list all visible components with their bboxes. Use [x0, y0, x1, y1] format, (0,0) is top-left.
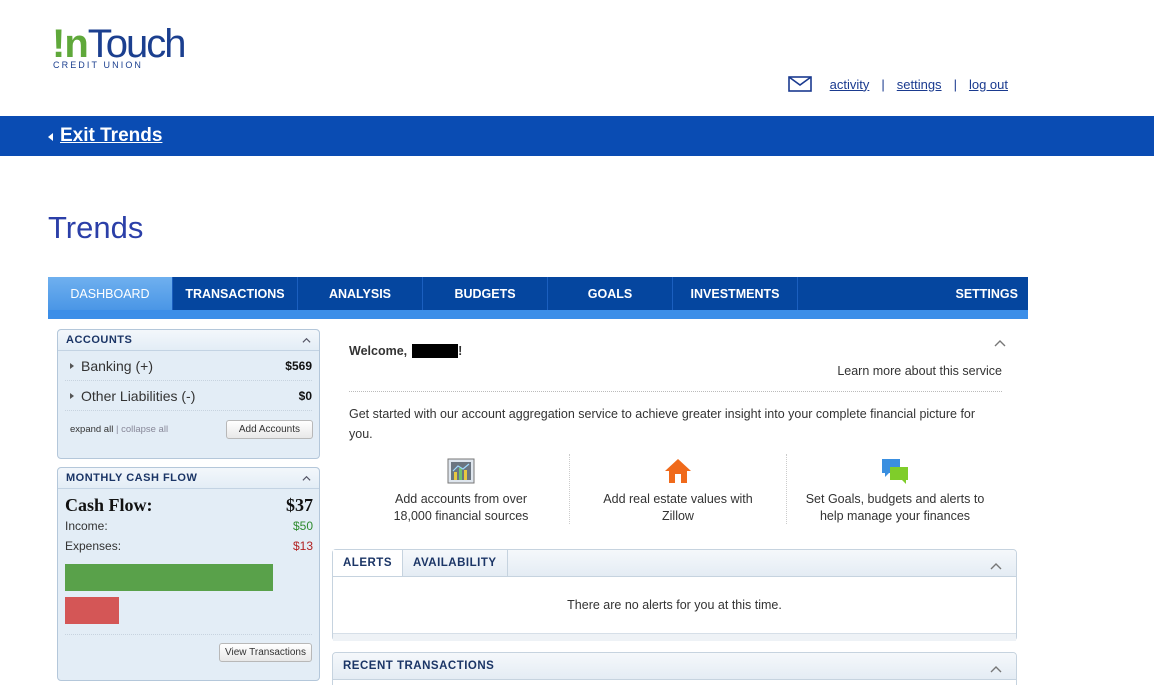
activity-link[interactable]: activity [830, 77, 870, 92]
feature-text: Add accounts from over [394, 492, 527, 506]
alerts-message: There are no alerts for you at this time… [567, 598, 782, 612]
tab-alerts[interactable]: ALERTS [333, 550, 403, 576]
expenses-value: $13 [292, 539, 313, 553]
income-bar [65, 564, 273, 591]
cash-flow-title: MONTHLY CASH FLOW [66, 472, 198, 484]
feature-text: 18,000 financial sources [393, 509, 529, 523]
chevron-up-icon[interactable] [994, 338, 1006, 350]
income-value: $50 [292, 519, 313, 533]
feature-text: Add real estate values with [603, 492, 753, 506]
tab-analysis[interactable]: ANALYSIS [298, 277, 423, 310]
feature-text: Zillow [662, 509, 694, 523]
chat-bubbles-icon [882, 459, 908, 484]
account-label: Other Liabilities (-) [81, 387, 196, 404]
expand-separator: | [115, 423, 119, 435]
account-label: Banking (+) [81, 357, 153, 374]
chevron-up-icon[interactable] [302, 474, 311, 483]
feature-goals[interactable]: Set Goals, budgets and alerts to help ma… [786, 454, 1003, 524]
recent-transactions-box: RECENT TRANSACTIONS [332, 652, 1017, 685]
accounts-title: ACCOUNTS [66, 334, 133, 346]
header-links: activity | settings | log out [787, 76, 1008, 92]
feature-real-estate[interactable]: Add real estate values with Zillow [569, 454, 786, 524]
recent-transactions-title: RECENT TRANSACTIONS [343, 660, 495, 672]
accounts-panel: ACCOUNTS Banking (+) $569 Other Liabilit… [57, 329, 320, 459]
feature-add-accounts[interactable]: Add accounts from over 18,000 financial … [353, 454, 569, 524]
feature-text: help manage your finances [819, 509, 971, 523]
cash-flow-label: Cash Flow: [65, 495, 153, 515]
redacted-name [412, 344, 459, 358]
main-tabs: DASHBOARD TRANSACTIONS ANALYSIS BUDGETS … [48, 277, 1028, 319]
feature-list: Add accounts from over 18,000 financial … [353, 454, 1003, 524]
tab-settings[interactable]: SETTINGS [948, 277, 1028, 310]
tab-dashboard[interactable]: DASHBOARD [48, 277, 173, 310]
cash-flow-value: $37 [286, 495, 313, 515]
nav-bar: Exit Trends [0, 116, 1154, 156]
expenses-label: Expenses: [65, 539, 122, 553]
expand-arrow-icon [70, 362, 74, 369]
feature-text: Set Goals, budgets and alerts to [805, 492, 985, 506]
page-title: Trends [48, 210, 144, 245]
account-row-banking[interactable]: Banking (+) $569 [65, 351, 312, 381]
tab-transactions[interactable]: TRANSACTIONS [173, 277, 298, 310]
account-amount: $569 [285, 358, 312, 373]
add-accounts-button[interactable]: Add Accounts [225, 419, 313, 439]
arrow-left-icon [48, 133, 53, 141]
settings-link[interactable]: settings [897, 77, 942, 92]
tab-availability[interactable]: AVAILABILITY [403, 550, 508, 576]
house-icon [665, 459, 691, 483]
link-separator: | [881, 76, 885, 92]
account-amount: $0 [298, 388, 312, 403]
learn-more-link[interactable]: Learn more about this service [837, 364, 1002, 378]
cash-flow-bars [65, 564, 312, 634]
tab-budgets[interactable]: BUDGETS [423, 277, 548, 310]
chevron-up-icon[interactable] [302, 336, 311, 345]
expand-all-link[interactable]: expand all [70, 424, 113, 435]
welcome-box: Welcome, ! Learn more about this service… [333, 330, 1016, 540]
chevron-up-icon[interactable] [990, 561, 1002, 571]
intro-text: Get started with our account aggregation… [349, 407, 976, 441]
alerts-box: ALERTS AVAILABILITY There are no alerts … [332, 549, 1017, 641]
welcome-suffix: ! [458, 344, 463, 358]
logout-link[interactable]: log out [969, 77, 1008, 92]
intouch-logo: !nTouch CREDIT UNION [52, 24, 192, 74]
chevron-up-icon[interactable] [990, 664, 1002, 674]
link-separator: | [953, 76, 957, 92]
chart-icon [447, 458, 475, 484]
mail-icon[interactable] [787, 76, 812, 92]
divider [349, 391, 1002, 392]
tab-investments[interactable]: INVESTMENTS [673, 277, 798, 310]
expand-arrow-icon [70, 392, 74, 399]
view-transactions-button[interactable]: View Transactions [219, 643, 312, 662]
exit-trends-link[interactable]: Exit Trends [48, 125, 162, 147]
exit-trends-label: Exit Trends [60, 125, 163, 146]
tab-goals[interactable]: GOALS [548, 277, 673, 310]
collapse-all-link[interactable]: collapse all [121, 424, 168, 435]
cash-flow-panel: MONTHLY CASH FLOW Cash Flow: $37 Income:… [57, 467, 320, 681]
welcome-greeting: Welcome, [349, 344, 408, 358]
account-row-other-liabilities[interactable]: Other Liabilities (-) $0 [65, 381, 312, 411]
expenses-bar [65, 597, 119, 624]
income-label: Income: [65, 519, 108, 533]
